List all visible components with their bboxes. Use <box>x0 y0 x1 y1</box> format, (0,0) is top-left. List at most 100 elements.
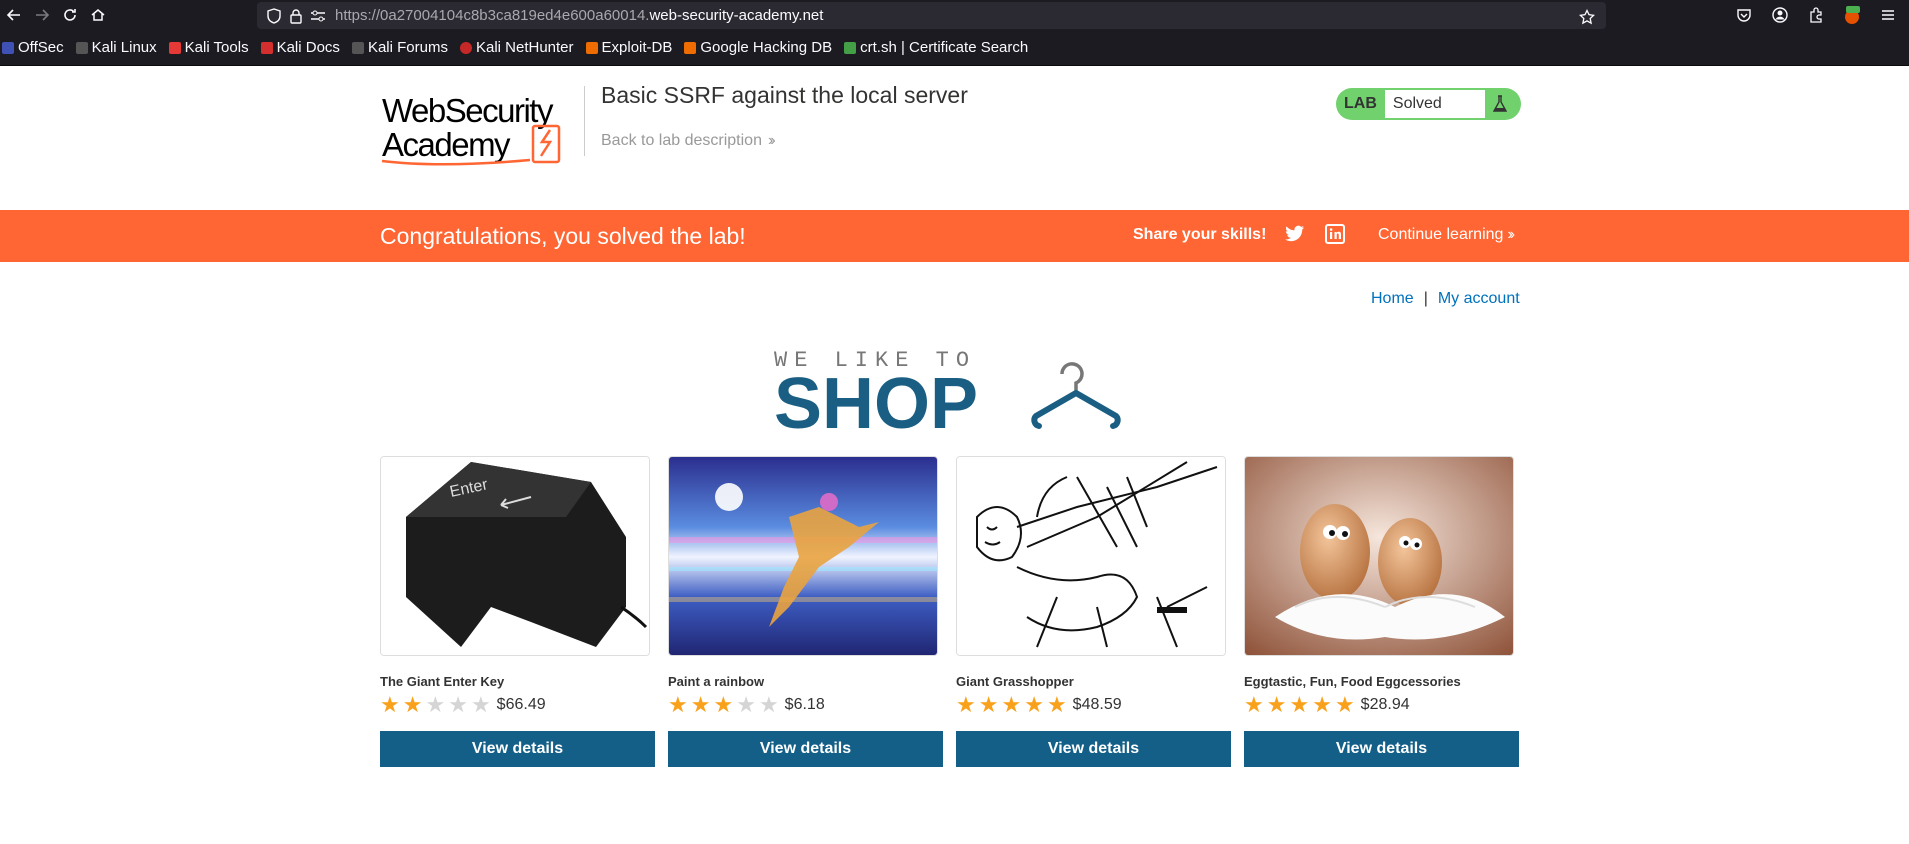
forward-arrow-icon[interactable] <box>28 0 56 30</box>
exploit-db-icon <box>585 41 598 54</box>
continue-learning-link[interactable]: Continue learning ›› <box>1378 226 1515 244</box>
bookmark-kali-linux[interactable]: Kali Linux <box>75 39 157 56</box>
star-filled-icon: ★ <box>1289 692 1310 717</box>
linkedin-icon[interactable] <box>1325 224 1345 249</box>
share-your-skills-label: Share your skills! <box>1133 226 1267 243</box>
star-empty-icon: ★ <box>736 692 756 717</box>
product-image-eggtastic <box>1244 456 1514 656</box>
view-details-button[interactable]: View details <box>956 731 1231 767</box>
bookmark-google-hacking-db[interactable]: Google Hacking DB <box>684 39 832 56</box>
home-icon[interactable] <box>84 0 112 30</box>
nav-separator: | <box>1423 290 1428 307</box>
kali-tools-icon <box>168 41 181 54</box>
shield-icon[interactable] <box>263 2 285 29</box>
crt-sh-icon <box>844 41 857 54</box>
solved-banner: Congratulations, you solved the lab! Sha… <box>0 210 1909 262</box>
header-divider <box>584 86 585 156</box>
product-card: Paint a rainbow ★ ★ ★ ★ ★ $6.18 View det… <box>668 456 943 767</box>
we-like-to-shop-logo: WE LIKE TO SHOP <box>774 336 1134 444</box>
star-filled-icon: ★ <box>402 692 423 717</box>
star-filled-icon: ★ <box>1334 692 1355 717</box>
star-empty-icon: ★ <box>758 692 779 717</box>
view-details-button[interactable]: View details <box>380 731 655 767</box>
product-name: The Giant Enter Key <box>380 674 505 689</box>
view-details-button[interactable]: View details <box>668 731 943 767</box>
shop-title: SHOP <box>774 364 978 436</box>
star-empty-icon: ★ <box>425 692 446 717</box>
top-nav: Home | My account <box>1371 290 1520 308</box>
star-filled-icon: ★ <box>690 692 711 717</box>
product-rating: ★ ★ ★ ★ ★ $48.59 <box>956 693 1231 717</box>
lab-badge-label: LAB <box>1344 95 1377 112</box>
star-filled-icon: ★ <box>1001 692 1022 717</box>
star-empty-icon: ★ <box>448 692 468 717</box>
permissions-icon[interactable] <box>307 2 329 29</box>
extensions-icon[interactable] <box>1801 0 1831 30</box>
star-filled-icon: ★ <box>1024 692 1044 717</box>
reload-icon[interactable] <box>56 0 84 30</box>
star-filled-icon: ★ <box>713 692 734 717</box>
star-filled-icon: ★ <box>956 692 976 717</box>
logo-line2: Academy <box>382 126 511 163</box>
star-filled-icon: ★ <box>380 692 400 717</box>
product-price: $66.49 <box>496 696 546 713</box>
home-link[interactable]: Home <box>1371 290 1414 307</box>
url-bar[interactable]: https://0a27004104c8b3ca819ed4e600a60014… <box>257 2 1606 29</box>
congratulations-message: Congratulations, you solved the lab! <box>380 223 746 249</box>
product-rating: ★ ★ ★ ★ ★ $66.49 <box>380 693 655 717</box>
ghdb-icon <box>684 41 697 54</box>
back-arrow-icon[interactable] <box>0 0 28 30</box>
pocket-icon[interactable] <box>1729 0 1759 30</box>
product-image-giant-grasshopper <box>956 456 1226 656</box>
product-card: Enter The Giant Enter Key ★ ★ ★ ★ ★ $66.… <box>380 456 655 767</box>
product-rating: ★ ★ ★ ★ ★ $28.94 <box>1244 693 1519 717</box>
product-card: Giant Grasshopper ★ ★ ★ ★ ★ $48.59 View … <box>956 456 1231 767</box>
star-filled-icon: ★ <box>1312 692 1332 717</box>
back-to-lab-description-link[interactable]: Back to lab description ›› <box>601 132 775 150</box>
view-details-button[interactable]: View details <box>1244 731 1519 767</box>
bookmark-kali-forums[interactable]: Kali Forums <box>351 39 448 56</box>
product-price: $48.59 <box>1072 696 1122 713</box>
bookmark-offsec[interactable]: OffSec <box>2 39 64 56</box>
browser-toolbar: https://0a27004104c8b3ca819ed4e600a60014… <box>0 0 1909 30</box>
double-chevron-icon: ›› <box>767 132 775 149</box>
product-name: Eggtastic, Fun, Food Eggcessories <box>1244 674 1461 689</box>
product-grid: Enter The Giant Enter Key ★ ★ ★ ★ ★ $66.… <box>380 456 1520 767</box>
lab-status-badge: LAB Solved <box>1336 88 1521 120</box>
bookmark-crt-sh[interactable]: crt.sh | Certificate Search <box>844 39 1028 56</box>
product-card: Eggtastic, Fun, Food Eggcessories ★ ★ ★ … <box>1244 456 1519 767</box>
star-filled-icon: ★ <box>1046 692 1067 717</box>
twitter-icon[interactable] <box>1285 225 1305 248</box>
kali-dragon-icon <box>75 41 88 54</box>
bookmark-kali-nethunter[interactable]: Kali NetHunter <box>459 39 574 56</box>
star-empty-icon: ★ <box>470 692 491 717</box>
burp-extension-icon[interactable] <box>1837 0 1867 30</box>
star-filled-icon: ★ <box>1266 692 1287 717</box>
double-chevron-icon: ›› <box>1507 226 1514 243</box>
account-icon[interactable] <box>1765 0 1795 30</box>
bookmarks-bar: OffSec Kali Linux Kali Tools Kali Docs K… <box>0 30 1909 66</box>
lock-icon[interactable] <box>285 2 307 29</box>
page-content: WebSecurity Academy Basic SSRF against t… <box>0 66 1909 844</box>
my-account-link[interactable]: My account <box>1438 290 1520 307</box>
web-security-academy-logo[interactable]: WebSecurity Academy <box>380 86 580 166</box>
nethunter-icon <box>459 41 472 54</box>
hanger-icon <box>1031 362 1121 429</box>
flask-icon <box>1485 90 1515 118</box>
bookmark-kali-tools[interactable]: Kali Tools <box>168 39 249 56</box>
product-price: $28.94 <box>1360 696 1410 713</box>
kali-dragon-icon <box>351 41 364 54</box>
star-filled-icon: ★ <box>668 692 688 717</box>
product-name: Giant Grasshopper <box>956 674 1074 689</box>
product-name: Paint a rainbow <box>668 674 765 689</box>
kali-docs-icon <box>260 41 273 54</box>
bookmark-kali-docs[interactable]: Kali Docs <box>260 39 340 56</box>
menu-icon[interactable] <box>1873 0 1903 30</box>
product-price: $6.18 <box>784 696 825 713</box>
star-filled-icon: ★ <box>978 692 999 717</box>
bookmark-star-icon[interactable] <box>1578 7 1596 29</box>
product-image-giant-enter-key: Enter <box>380 456 650 656</box>
product-image-paint-a-rainbow <box>668 456 938 656</box>
bookmark-exploit-db[interactable]: Exploit-DB <box>585 39 672 56</box>
lab-title: Basic SSRF against the local server <box>601 82 968 108</box>
